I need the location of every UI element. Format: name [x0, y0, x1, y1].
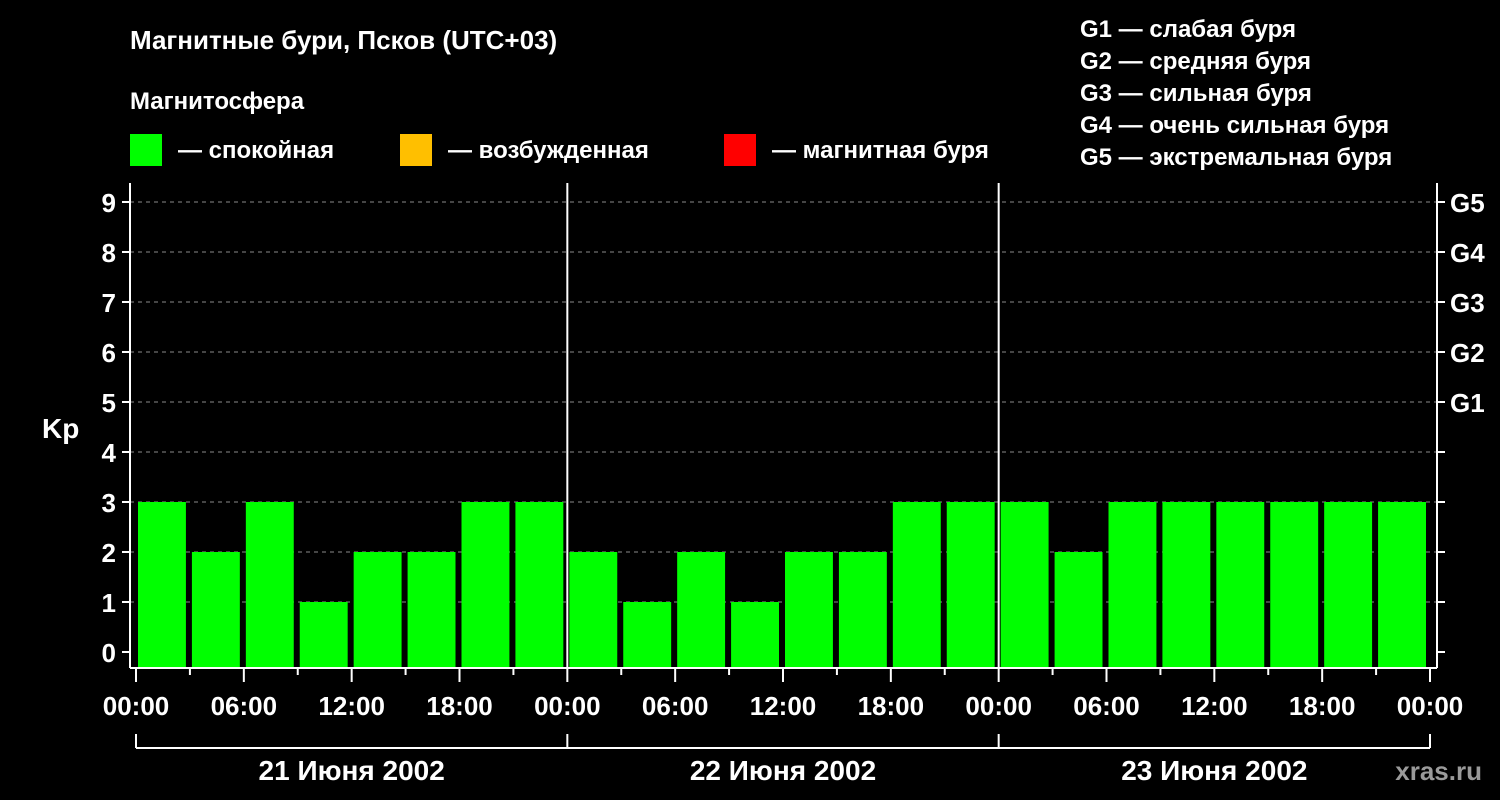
day-label: 23 Июня 2002: [1121, 755, 1307, 786]
x-tick-label: 06:00: [1073, 691, 1140, 721]
y-tick-label: 8: [102, 238, 116, 268]
x-tick-label: 18:00: [1289, 691, 1356, 721]
x-tick-label: 00:00: [103, 691, 170, 721]
y-tick-label: 5: [102, 388, 116, 418]
day-label: 22 Июня 2002: [690, 755, 876, 786]
y-tick-label: 7: [102, 288, 116, 318]
g-scale-label: G5: [1450, 188, 1485, 218]
legend-title: Магнитосфера: [130, 88, 305, 115]
kp-bar: [191, 552, 240, 668]
g-scale-label: G4: [1450, 238, 1485, 268]
kp-bar: [1270, 502, 1319, 668]
kp-bar: [785, 552, 833, 668]
x-tick-label: 00:00: [1397, 691, 1464, 721]
kp-bar: [1108, 502, 1157, 668]
kp-bar: [1324, 502, 1373, 668]
x-tick-label: 06:00: [642, 691, 709, 721]
legend-label-storm: — магнитная буря: [772, 137, 989, 164]
magnetic-storm-chart: Магнитные бури, Псков (UTC+03) Магнитосф…: [42, 16, 1485, 786]
kp-bar: [946, 502, 995, 668]
kp-bar: [515, 502, 564, 668]
x-tick-label: 06:00: [211, 691, 278, 721]
x-tick-label: 12:00: [318, 691, 385, 721]
kp-bar: [731, 602, 779, 668]
g-scale-label: G3: [1450, 288, 1485, 318]
kp-bar: [838, 552, 887, 668]
kp-bar: [1054, 552, 1103, 668]
kp-bar: [623, 602, 672, 668]
y-tick-label: 6: [102, 338, 116, 368]
y-tick-label: 0: [102, 638, 116, 668]
x-tick-label: 00:00: [965, 691, 1032, 721]
day-label: 21 Июня 2002: [259, 755, 445, 786]
kp-bar: [1000, 502, 1049, 668]
storm-scale-g4: G4 — очень сильная буря: [1080, 112, 1389, 139]
g-scale-label: G2: [1450, 338, 1485, 368]
kp-bar: [461, 502, 510, 668]
storm-scale-g2: G2 — средняя буря: [1080, 48, 1311, 75]
kp-bar: [677, 552, 726, 668]
y-tick-label: 4: [102, 438, 117, 468]
legend-swatch-calm: [130, 134, 162, 166]
kp-bar: [407, 552, 456, 668]
storm-scale-g3: G3 — сильная буря: [1080, 80, 1312, 107]
kp-bar: [569, 552, 618, 668]
kp-bar: [353, 552, 402, 668]
kp-bar: [1216, 502, 1265, 668]
legend-label-calm: — спокойная: [178, 137, 334, 164]
x-tick-label: 12:00: [750, 691, 817, 721]
legend-label-excited: — возбужденная: [448, 137, 649, 164]
chart-title: Магнитные бури, Псков (UTC+03): [130, 25, 557, 55]
y-tick-label: 1: [102, 588, 116, 618]
y-tick-label: 9: [102, 188, 116, 218]
g-scale-label: G1: [1450, 388, 1485, 418]
kp-bar: [299, 602, 348, 668]
storm-scale-g5: G5 — экстремальная буря: [1080, 144, 1392, 171]
plot-area: 0 1 2 3 4 5 6 7 8 9 G1 G2 G3 G4 G5 00:00 06:00 12:00 18:00…: [102, 183, 1485, 786]
watermark: xras.ru: [1395, 756, 1482, 786]
kp-bar: [245, 502, 294, 668]
y-tick-label: 2: [102, 538, 116, 568]
x-tick-label: 12:00: [1181, 691, 1248, 721]
kp-bar: [1162, 502, 1211, 668]
x-tick-label: 18:00: [858, 691, 925, 721]
kp-bar: [1378, 502, 1426, 668]
y-tick-label: 3: [102, 488, 116, 518]
x-tick-label: 18:00: [426, 691, 493, 721]
y-axis-label: Kp: [42, 413, 79, 444]
x-tick-label: 00:00: [534, 691, 601, 721]
legend-swatch-storm: [724, 134, 756, 166]
kp-bar: [892, 502, 941, 668]
storm-scale-g1: G1 — слабая буря: [1080, 16, 1296, 43]
kp-bar: [138, 502, 186, 668]
legend-swatch-excited: [400, 134, 432, 166]
